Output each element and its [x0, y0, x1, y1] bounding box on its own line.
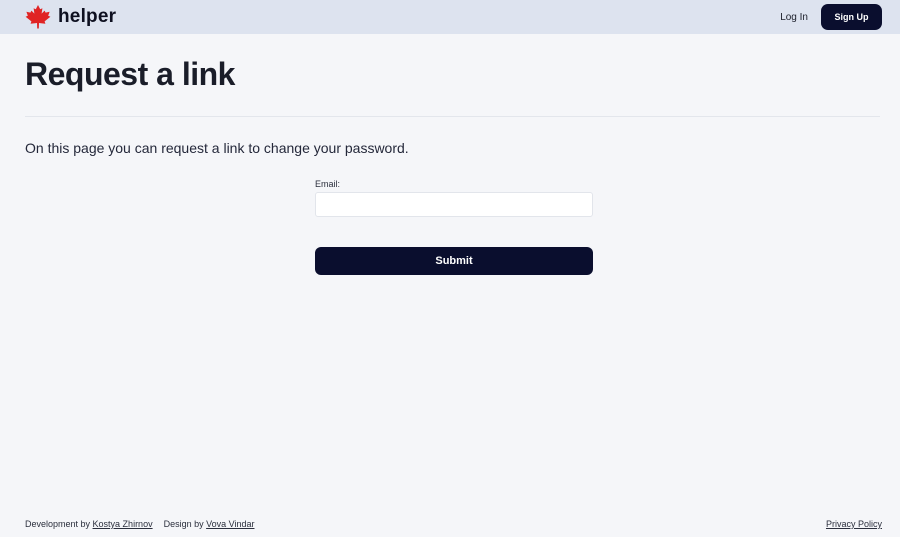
development-prefix: Development by: [25, 519, 93, 529]
request-link-form: Email: Submit: [315, 179, 593, 275]
design-prefix: Design by: [163, 519, 207, 529]
page-title: Request a link: [25, 56, 235, 92]
header-actions: Log In Sign Up: [778, 4, 882, 30]
page: helper Log In Sign Up Request a link On …: [0, 0, 900, 537]
brand-logo-link[interactable]: helper: [25, 5, 116, 29]
design-author-link[interactable]: Vova Vindar: [206, 519, 254, 529]
page-description: On this page you can request a link to c…: [25, 140, 409, 156]
development-credit: Development by Kostya Zhirnov: [25, 519, 153, 529]
footer: Development by Kostya Zhirnov Design by …: [25, 519, 882, 529]
submit-button[interactable]: Submit: [315, 247, 593, 275]
top-header: helper Log In Sign Up: [0, 0, 900, 34]
signup-button[interactable]: Sign Up: [821, 4, 882, 30]
maple-leaf-icon: [25, 5, 51, 29]
brand-name: helper: [58, 6, 117, 27]
development-author-link[interactable]: Kostya Zhirnov: [93, 519, 153, 529]
privacy-policy-link[interactable]: Privacy Policy: [826, 519, 882, 529]
title-divider: [25, 116, 880, 117]
footer-credits: Development by Kostya Zhirnov Design by …: [25, 519, 254, 529]
design-credit: Design by Vova Vindar: [164, 519, 255, 529]
email-field[interactable]: [315, 192, 593, 217]
login-link[interactable]: Log In: [778, 8, 810, 27]
email-label: Email:: [315, 179, 341, 189]
